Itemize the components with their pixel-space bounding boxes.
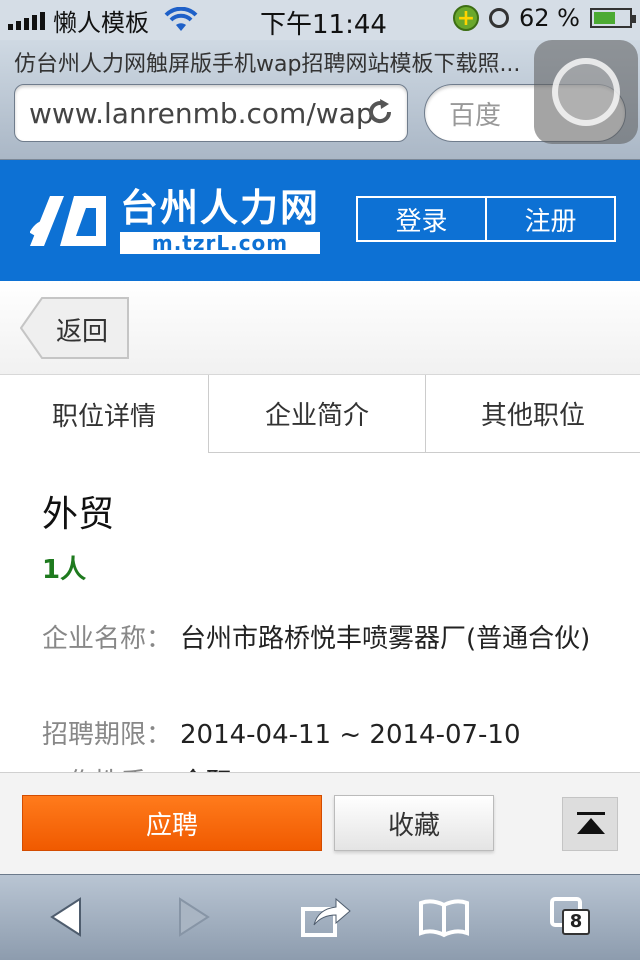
url-text: www.lanrenmb.com/wap [29,96,374,130]
headcount: 1人 [42,555,87,585]
battery-fill [594,12,616,24]
share-icon[interactable] [300,895,352,939]
field-company: 企业名称： 台州市路桥悦丰喷雾器厂(普通合伙) [42,615,600,663]
login-button[interactable]: 登录 [358,198,485,240]
favorite-button[interactable]: 收藏 [334,795,494,851]
signal-strength-icon [8,10,45,30]
wifi-icon [164,7,198,31]
tab-count-badge: 8 [562,909,590,935]
status-bar: 懒人模板 下午11:44 + 62 % [0,0,640,40]
action-bar: 应聘 收藏 [0,772,640,874]
app-plus-icon: + [453,5,480,31]
page-title: 仿台州人力网触屏版手机wap招聘网站模板下载照... [14,52,521,77]
tab-job-details[interactable]: 职位详情 [0,375,209,453]
auth-buttons: 登录 注册 [356,196,616,242]
logo-mark-icon [30,196,106,246]
job-title: 外贸 [42,494,115,535]
site-header: 台州人力网 m.tzrL.com 登录 注册 [0,160,640,281]
reload-icon[interactable] [365,97,395,127]
assistive-touch-icon [552,58,620,126]
field-value: 全职 [180,759,600,773]
browser-toolbar: 8 [0,874,640,960]
job-detail: 外贸 1人 企业名称： 台州市路桥悦丰喷雾器厂(普通合伙) 招聘期限： 2014… [0,453,640,773]
logo-name: 台州人力网 [120,186,321,230]
browser-chrome: 仿台州人力网触屏版手机wap招聘网站模板下载照... www.lanrenmb.… [0,40,640,160]
back-button[interactable]: 返回 [20,297,130,359]
bookmarks-icon[interactable] [418,895,470,939]
scroll-top-icon [577,812,605,834]
battery-icon [590,8,636,28]
back-button-label: 返回 [56,317,109,347]
detail-tabs: 职位详情 企业简介 其他职位 [0,375,640,453]
register-button[interactable]: 注册 [485,198,614,240]
tab-other-jobs[interactable]: 其他职位 [426,375,640,453]
field-label: 企业名称： [42,624,173,654]
field-label: 招聘期限： [42,720,173,750]
battery-percent: 62 % [519,4,580,32]
site-logo[interactable]: 台州人力网 m.tzrL.com [30,186,321,254]
forward-arrow-icon[interactable] [174,895,214,939]
field-period: 招聘期限： 2014-04-11 ~ 2014-07-10 [42,711,600,759]
carrier-name: 懒人模板 [53,8,149,37]
alarm-icon [489,8,510,28]
status-time: 下午11:44 [260,10,387,40]
logo-url: m.tzrL.com [120,232,321,254]
field-value: 台州市路桥悦丰喷雾器厂(普通合伙) [180,624,591,654]
apply-button[interactable]: 应聘 [22,795,322,851]
field-label: 工作性质： [42,759,180,773]
assistive-touch-button[interactable] [534,40,638,144]
back-bar: 返回 [0,281,640,375]
back-arrow-icon[interactable] [46,895,86,939]
scroll-top-button[interactable] [562,797,618,851]
url-field[interactable]: www.lanrenmb.com/wap [14,84,408,142]
field-value: 2014-04-11 ~ 2014-07-10 [180,720,521,750]
search-placeholder: 百度 [449,100,502,131]
tab-company-profile[interactable]: 企业简介 [209,375,426,453]
field-type: 工作性质： 全职 [42,759,600,773]
